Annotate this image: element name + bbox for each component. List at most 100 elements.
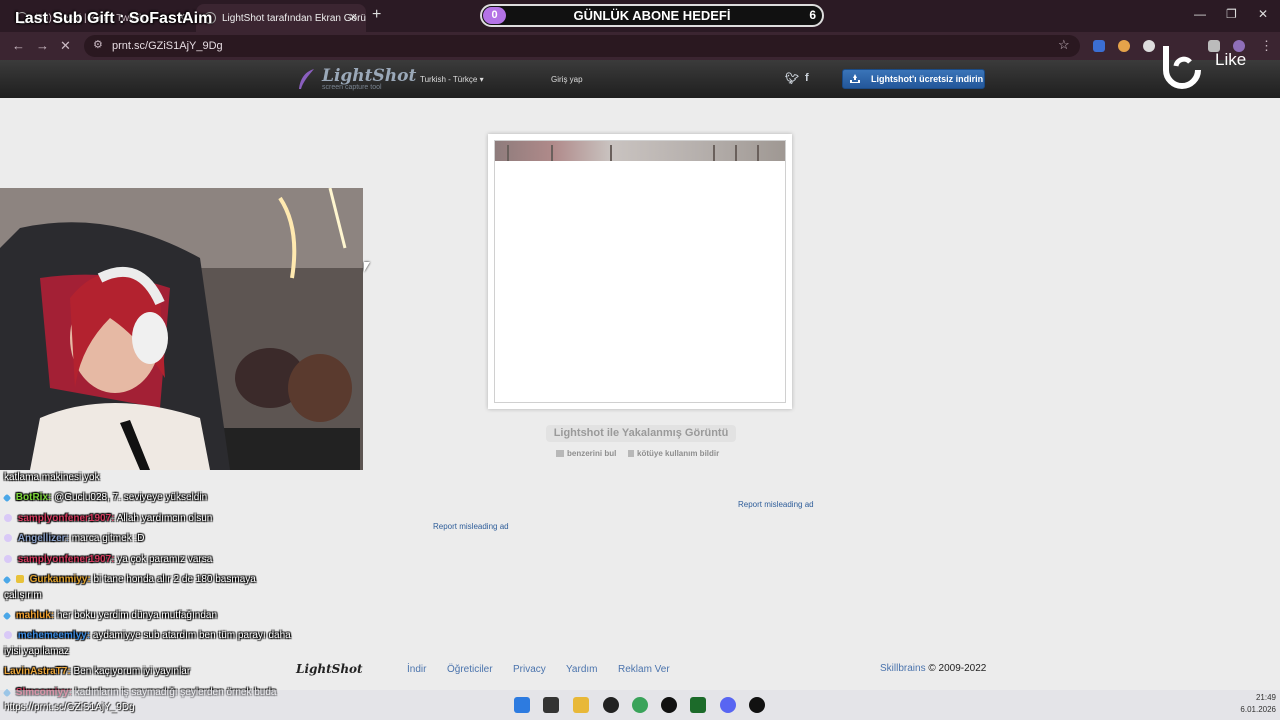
lightshot-logo[interactable]: LightShot screen capture tool [296,66,416,91]
clock-time: 21:49 [1255,693,1276,702]
footer-logo[interactable]: LightShot [296,662,363,676]
chat-username[interactable]: samplyonfener1907: [18,554,115,565]
chat-message: samplyonfener1907: ya çok paramız varsa [4,554,212,565]
clock-date: 6.01.2026 [1240,705,1276,714]
new-tab-icon[interactable]: + [372,6,381,24]
chat-message: mehemeemlyy: aydamiyye sub atardım ben t… [4,630,291,641]
download-button[interactable]: Lightshot'ı ücretsiz indirin [842,69,985,89]
download-icon [850,74,860,83]
extension-icon[interactable] [1118,40,1130,52]
moderator-badge-icon [2,575,12,585]
screenshot-viewer [488,134,792,409]
app-icon[interactable] [661,697,677,713]
more-menu-icon[interactable]: ⋮ [1260,38,1273,54]
sub-badge-icon [4,514,12,522]
translate-extension-icon[interactable] [1093,40,1105,52]
discord-icon[interactable] [720,697,736,713]
chat-text: bi tane honda alır 2 de 180 basmaya [93,574,256,585]
chat-username[interactable]: mahluk: [16,610,54,621]
chat-text: Allah yardımcın olsun [116,513,213,524]
chat-text: her boku yerdim dünya mutfağından [56,610,218,621]
footer-link-tutorials[interactable]: Öğreticiler [447,664,493,675]
goal-target: 6 [809,8,816,22]
screenshot-image[interactable] [494,140,786,403]
sub-badge-icon [4,534,12,542]
download-label: Lightshot'ı ücretsiz indirin [871,74,984,84]
logo-name: LightShot [322,66,417,86]
chat-message-continued: çalışırım [4,590,42,601]
minimize-icon[interactable]: — [1194,7,1206,21]
chat-message-continued: iyisi yapılamaz [4,646,69,657]
sub-goal-bar: 0 GÜNLÜK ABONE HEDEFİ 6 [480,4,824,27]
forward-icon[interactable]: → [36,38,49,53]
chrome-icon[interactable] [632,697,648,713]
app-icon[interactable] [690,697,706,713]
lightshot-header: LightShot screen capture tool Turkish - … [0,60,1280,98]
footer-copyright: Skillbrains © 2009-2022 [880,663,986,674]
extension-icon[interactable] [1143,40,1155,52]
app-icon[interactable] [749,697,765,713]
footer-link-download[interactable]: İndir [407,664,426,675]
chat-text: çalışırım [4,590,42,601]
window-close-icon[interactable]: ✕ [1258,7,1268,21]
goal-title: GÜNLÜK ABONE HEDEFİ [573,8,731,23]
reload-icon[interactable]: ✕ [60,38,71,54]
chat-username[interactable]: Angellizer: [18,533,69,544]
site-info-icon[interactable]: ⚙ [93,38,103,51]
chat-text: ya çok paramız varsa [117,554,213,565]
restore-icon[interactable]: ❐ [1226,7,1237,21]
footer-link-help[interactable]: Yardım [566,664,598,675]
chat-text: @Guclu028, 7. seviyeye yükseldin [54,492,208,503]
chat-username[interactable]: BotRix: [16,492,52,503]
report-ad-link[interactable]: Report misleading ad [738,500,814,509]
url-field[interactable]: ⚙ prnt.sc/GZiS1AjY_9Dg ☆ [84,35,1080,57]
webcam-feed [0,188,363,470]
browser-address-bar: ← → ✕ ⚙ prnt.sc/GZiS1AjY_9Dg ☆ ⋮ [0,32,1280,60]
twitter-icon[interactable]: 🐦︎ [785,72,799,85]
chat-text: katlama makinesi yok [4,472,100,483]
login-link[interactable]: Giriş yap [551,75,583,84]
chat-username[interactable]: mehemeemlyy: [18,630,90,641]
file-explorer-icon[interactable] [573,697,589,713]
report-abuse-link[interactable]: kötüye kullanım bildir [628,449,719,458]
skillbrains-link[interactable]: Skillbrains [880,663,926,674]
moderator-badge-icon [2,493,12,503]
taskbar-clock[interactable]: 21:49 6.01.2026 [1232,692,1276,716]
chevron-down-icon: ▾ [479,75,484,84]
chat-username[interactable]: Gurkanmiyy: [30,574,91,585]
chat-message: Angellizer: marca gitmek :D [4,533,144,544]
windows-start-icon[interactable] [514,697,530,713]
chat-message: samplyonfener1907: Allah yardımcın olsun [4,513,212,524]
chat-text: aydamiyye sub atardım ben tüm parayı dah… [92,630,291,641]
app-icon[interactable] [603,697,619,713]
streamer-logo-icon [1163,46,1201,89]
sub-badge-icon [4,555,12,563]
chat-message: katlama makinesi yok [4,472,100,483]
trash-icon [628,450,634,457]
crown-badge-icon [15,575,24,583]
status-bar-url: https://prnt.sc/GZiS1AjY_9Dg [4,702,135,713]
footer-link-advertise[interactable]: Reklam Ver [618,664,670,675]
tab-title: LightShot tarafından Ekran Görüntü [222,13,366,24]
language-select[interactable]: Turkish - Türkçe ▾ [420,75,484,84]
tab-close-icon[interactable]: ✕ [349,11,358,24]
find-similar-link[interactable]: benzerini bul [556,449,616,458]
screenshot-top-strip [495,141,785,161]
chat-message: mahluk: her boku yerdim dünya mutfağında… [2,610,218,621]
bookmark-star-icon[interactable]: ☆ [1058,37,1070,53]
browser-tab-2[interactable]: LightShot tarafından Ekran Görüntü ✕ [196,4,366,32]
report-ad-link[interactable]: Report misleading ad [433,522,509,531]
chat-username[interactable]: LavinAstraT7: [4,666,71,677]
mouse-cursor-icon [364,262,370,272]
chat-username[interactable]: samplyonfener1907: [18,513,115,524]
facebook-icon[interactable]: f [805,72,809,84]
moderator-badge-icon [2,611,12,621]
back-icon[interactable]: ← [12,38,25,53]
image-icon [556,450,564,457]
webcam-image [0,188,363,470]
language-label: Turkish - Türkçe [420,75,478,84]
chat-message: BotRix: @Guclu028, 7. seviyeye yükseldin [2,492,208,503]
footer-link-privacy[interactable]: Privacy [513,664,546,675]
chat-text: Ben kaçıyorum iyi yayınlar [73,666,191,677]
task-view-icon[interactable] [543,697,559,713]
